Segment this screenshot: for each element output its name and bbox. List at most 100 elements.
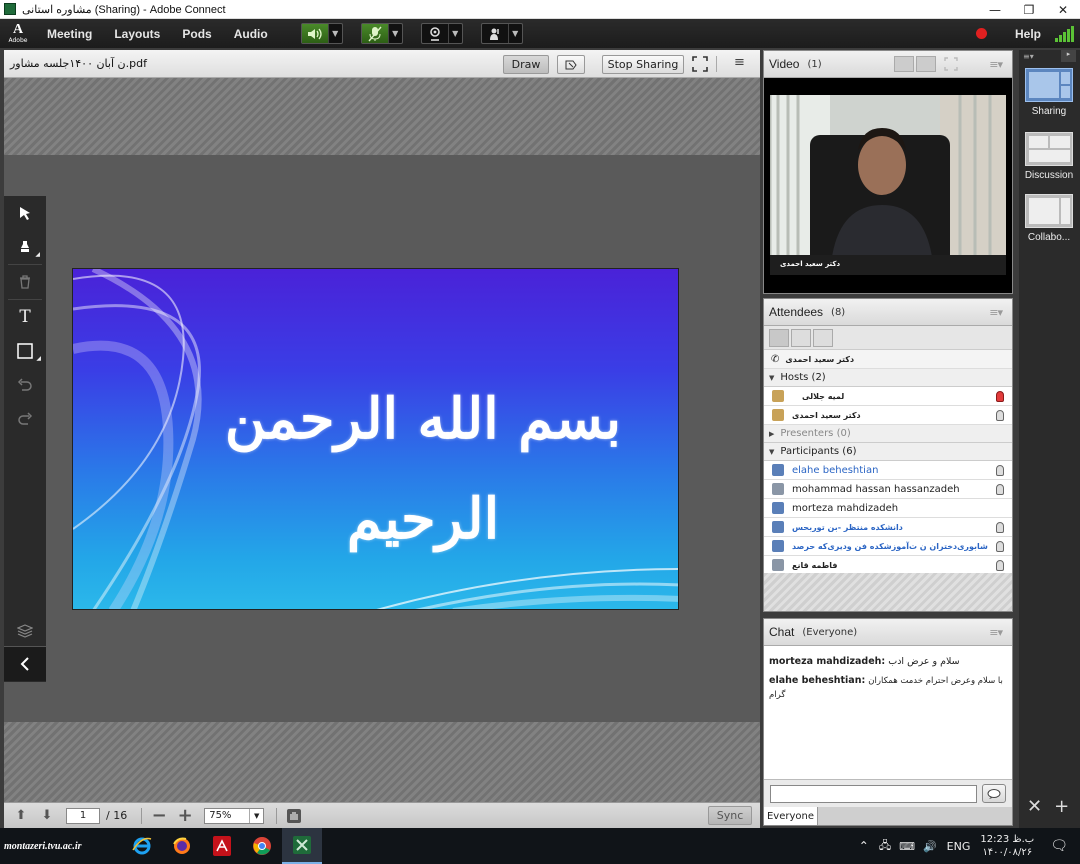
zoom-out-icon[interactable]: − — [146, 805, 172, 827]
rectangle-tool-icon[interactable]: ◢ — [4, 334, 46, 368]
list-item[interactable]: شابوری‌دختران ن ت‌آموزشکده فن ودیری‌که ح… — [764, 537, 1012, 556]
recording-indicator-icon[interactable] — [975, 28, 987, 39]
microphone-icon — [996, 484, 1004, 495]
menu-meeting[interactable]: Meeting — [36, 27, 103, 41]
internet-explorer-icon[interactable] — [122, 828, 162, 864]
hand-tool-icon[interactable] — [281, 805, 307, 827]
chevron-down-icon[interactable]: ▼ — [447, 24, 462, 43]
total-pages: / 16 — [106, 809, 128, 822]
trash-icon[interactable] — [4, 265, 46, 299]
chevron-down-icon[interactable]: ▼ — [507, 24, 522, 43]
list-item[interactable]: elahe beheshtian — [764, 461, 1012, 480]
send-message-icon[interactable] — [982, 784, 1006, 803]
adobe-connect-taskbar-icon[interactable] — [282, 828, 322, 864]
layout-discussion[interactable]: Discussion — [1023, 132, 1075, 181]
layouts-bar: ≡▾ ▸ Sharing Discussion Collabo... ✕ + — [1019, 50, 1080, 828]
chevron-up-icon[interactable]: ⌃ — [859, 839, 869, 853]
add-layout-icon[interactable]: + — [1054, 796, 1069, 817]
microphone-icon — [996, 410, 1004, 421]
status-person-icon — [482, 24, 508, 43]
keyboard-icon[interactable]: ⌨ — [899, 840, 915, 853]
breakout-view-icon[interactable] — [791, 328, 811, 347]
attendees-pod: Attendees (8) ≡▾ ✆ دکتر سعید احمدی ▼ Hos… — [763, 298, 1013, 612]
notification-icon[interactable]: 🗨 — [1050, 838, 1068, 854]
collapse-icon[interactable]: ▸ — [1061, 50, 1076, 62]
firefox-icon[interactable] — [162, 828, 202, 864]
menu-layouts[interactable]: Layouts — [103, 27, 171, 41]
pod-menu-icon[interactable]: ≡▾ — [989, 58, 1003, 71]
list-item[interactable]: morteza mahdizadeh — [764, 499, 1012, 518]
layers-icon[interactable] — [4, 616, 46, 646]
zoom-in-icon[interactable]: + — [172, 805, 198, 827]
video-pod: Video (1) ≡▾ دکتر سعید احمدی — [763, 50, 1013, 294]
shared-file-name: ن آبان ۱۴۰۰جلسه مشاور.pdf — [10, 57, 147, 70]
active-speaker-row[interactable]: ✆ دکتر سعید احمدی — [764, 350, 1012, 369]
participant-user-icon — [772, 464, 784, 476]
list-item[interactable]: دانشکده منتظر -بن توربحس — [764, 518, 1012, 537]
next-page-icon[interactable]: ⬇ — [34, 805, 60, 827]
undo-icon[interactable] — [4, 368, 46, 402]
fullscreen-icon[interactable] — [692, 56, 708, 72]
redo-icon[interactable] — [4, 402, 46, 436]
layout-thumb — [1025, 132, 1073, 166]
page-number-input[interactable]: 1 — [66, 807, 100, 824]
participants-section[interactable]: ▼ Participants (6) — [764, 443, 1012, 461]
fullscreen-icon[interactable] — [944, 57, 958, 71]
camera-toggle[interactable]: ▼ — [420, 23, 463, 44]
previous-page-icon[interactable]: ⬆ — [8, 805, 34, 827]
menu-audio[interactable]: Audio — [223, 27, 279, 41]
clock[interactable]: 12:23 ب.ظ ۱۴۰۰/۰۸/۲۶ — [980, 833, 1034, 859]
phone-icon: ✆ — [771, 353, 780, 365]
tools-icon[interactable]: ✕ — [1027, 796, 1042, 817]
chat-message: morteza mahdizadeh: سلام و عرض ادب — [769, 656, 960, 667]
status-view-icon[interactable] — [813, 328, 833, 347]
share-pod-footer: ⬆ ⬇ 1 / 16 − + 75% ▼ Sync — [4, 802, 760, 828]
hosts-section[interactable]: ▼ Hosts (2) — [764, 369, 1012, 387]
layouts-menu-icon[interactable]: ≡▾ — [1023, 52, 1034, 61]
raise-hand-toggle[interactable]: ▼ — [480, 23, 523, 44]
volume-icon[interactable]: 🔊 — [923, 840, 937, 853]
microphone-toggle[interactable]: ▼ — [360, 23, 403, 44]
menu-help[interactable]: Help — [1015, 27, 1041, 41]
network-icon[interactable]: 🖧 — [879, 837, 891, 856]
layout-collaboration[interactable]: Collabo... — [1023, 194, 1075, 243]
presenters-section[interactable]: ▶ Presenters (0) — [764, 425, 1012, 443]
acrobat-icon[interactable] — [202, 828, 242, 864]
drawing-toolbar: ◢ T ◢ — [4, 196, 46, 682]
chat-tab-everyone[interactable]: Everyone — [764, 807, 818, 825]
list-item[interactable]: mohammad hassan hassanzadeh — [764, 480, 1012, 499]
chat-pod: Chat (Everyone) ≡▾ morteza mahdizadeh: س… — [763, 618, 1013, 826]
list-item[interactable]: دکتر سعید احمدی — [764, 406, 1012, 425]
list-item[interactable]: لمیه جلالی — [764, 387, 1012, 406]
draw-button[interactable]: Draw — [503, 55, 549, 74]
chrome-icon[interactable] — [242, 828, 282, 864]
chat-input[interactable] — [770, 785, 977, 803]
close-button[interactable]: ✕ — [1046, 0, 1080, 19]
highlighter-pen-icon[interactable]: ◢ — [4, 230, 46, 264]
grid-view-icon[interactable] — [894, 56, 914, 72]
select-arrow-icon[interactable] — [4, 196, 46, 230]
pod-menu-icon[interactable]: ≡ — [734, 55, 745, 70]
video-pod-header: Video (1) ≡▾ — [764, 51, 1012, 78]
speaker-toggle[interactable]: ▼ — [300, 23, 343, 44]
minimize-button[interactable]: — — [978, 0, 1012, 19]
pod-menu-icon[interactable]: ≡▾ — [989, 306, 1003, 319]
pod-menu-icon[interactable]: ≡▾ — [989, 626, 1003, 639]
sync-button[interactable]: Sync — [708, 806, 752, 825]
stop-sharing-button[interactable]: Stop Sharing — [602, 55, 684, 74]
list-view-icon[interactable] — [769, 328, 789, 347]
menu-pods[interactable]: Pods — [171, 27, 222, 41]
collapse-toolbar-icon[interactable] — [4, 646, 46, 681]
windows-taskbar: montazeri.tvu.ac.ir ⌃ 🖧 ⌨ 🔊 ENG 12:23 ب.… — [0, 828, 1080, 864]
input-language[interactable]: ENG — [947, 840, 971, 853]
chevron-down-icon[interactable]: ▼ — [387, 24, 402, 43]
text-tool-icon[interactable]: T — [4, 300, 46, 334]
microphone-muted-icon — [361, 24, 388, 43]
pointer-toggle-button[interactable] — [557, 55, 585, 74]
layout-sharing[interactable]: Sharing — [1023, 68, 1075, 117]
restore-button[interactable]: ❐ — [1012, 0, 1046, 19]
zoom-select[interactable]: 75% ▼ — [204, 807, 265, 824]
participant-user-icon — [772, 521, 784, 533]
filmstrip-view-icon[interactable] — [916, 56, 936, 72]
chevron-down-icon[interactable]: ▼ — [327, 24, 342, 43]
